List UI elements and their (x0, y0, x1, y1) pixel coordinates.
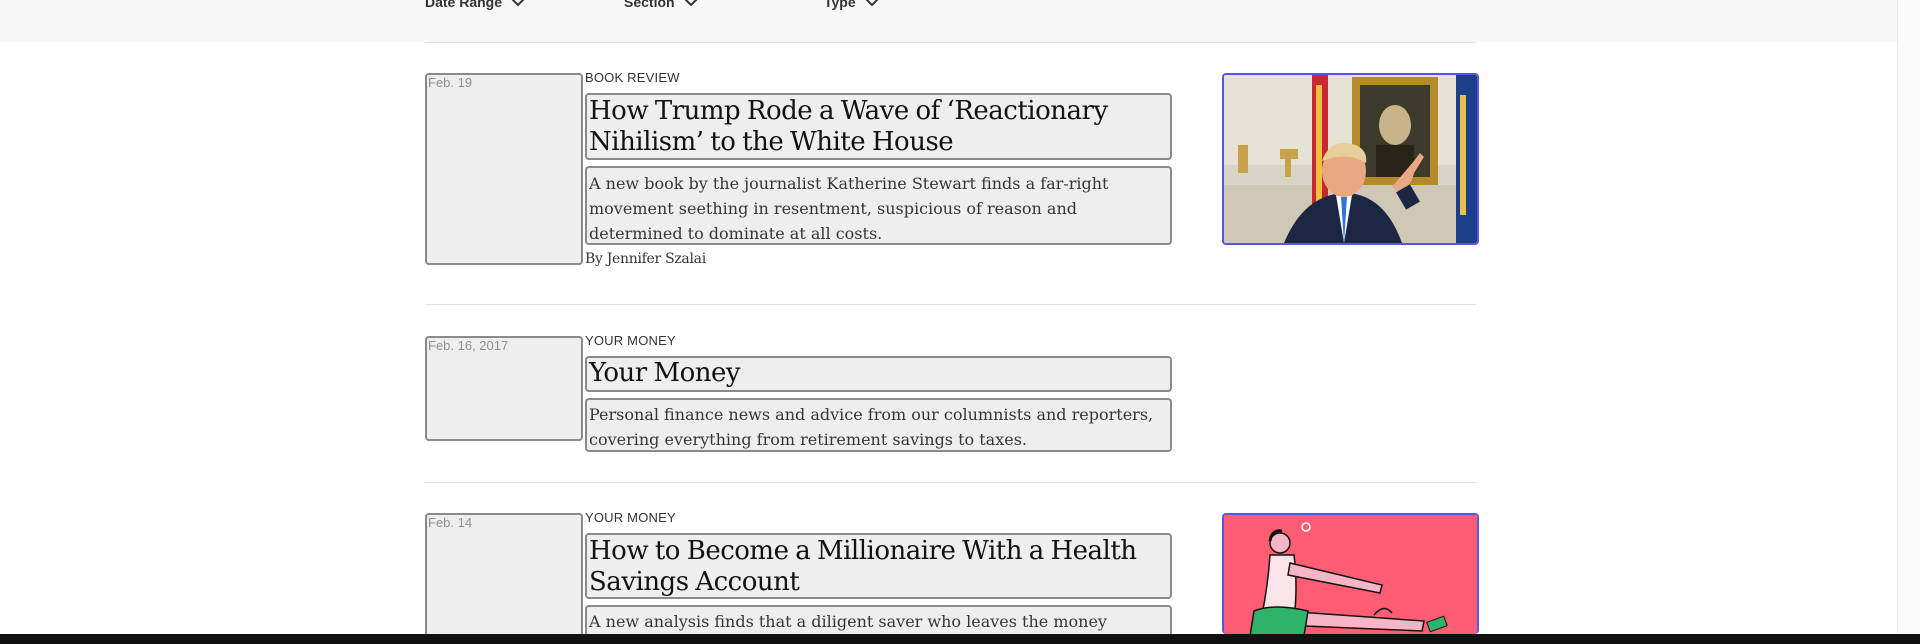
chevron-down-icon (684, 0, 697, 7)
result-summary: A new book by the journalist Katherine S… (585, 166, 1172, 245)
result-thumbnail[interactable] (1222, 73, 1479, 245)
result-summary: Personal finance news and advice from ou… (585, 398, 1172, 452)
filter-type[interactable]: Type (824, 0, 880, 10)
result-kicker[interactable]: YOUR MONEY (585, 511, 676, 525)
result-kicker[interactable]: BOOK REVIEW (585, 71, 680, 85)
result-kicker[interactable]: YOUR MONEY (585, 334, 676, 348)
chevron-down-icon (511, 0, 525, 7)
search-filter-bar: Date Range Section Type (0, 0, 1898, 42)
divider (425, 304, 1476, 305)
filter-section-label: Section (624, 0, 675, 10)
window-bottom-edge (0, 634, 1920, 644)
chevron-down-icon (865, 0, 879, 7)
result-byline: By Jennifer Szalai (585, 251, 706, 267)
result-headline-link[interactable]: How Trump Rode a Wave of ‘Reactionary Ni… (585, 93, 1172, 160)
result-date: Feb. 14 (425, 513, 583, 644)
filter-type-label: Type (824, 0, 856, 10)
trump-oval-office-photo (1224, 75, 1477, 243)
result-headline-link[interactable]: Your Money (585, 356, 1172, 392)
divider (425, 42, 1476, 43)
result-headline-link[interactable]: How to Become a Millionaire With a Healt… (585, 533, 1172, 599)
filter-section[interactable]: Section (624, 0, 699, 10)
filter-date-range[interactable]: Date Range (425, 0, 526, 10)
result-date: Feb. 19 (425, 73, 583, 265)
divider (425, 482, 1476, 483)
millionaire-illustration (1224, 515, 1477, 634)
filter-date-range-label: Date Range (425, 0, 503, 10)
result-thumbnail[interactable] (1222, 513, 1479, 634)
scrollbar[interactable] (1897, 0, 1920, 634)
result-date: Feb. 16, 2017 (425, 336, 583, 441)
